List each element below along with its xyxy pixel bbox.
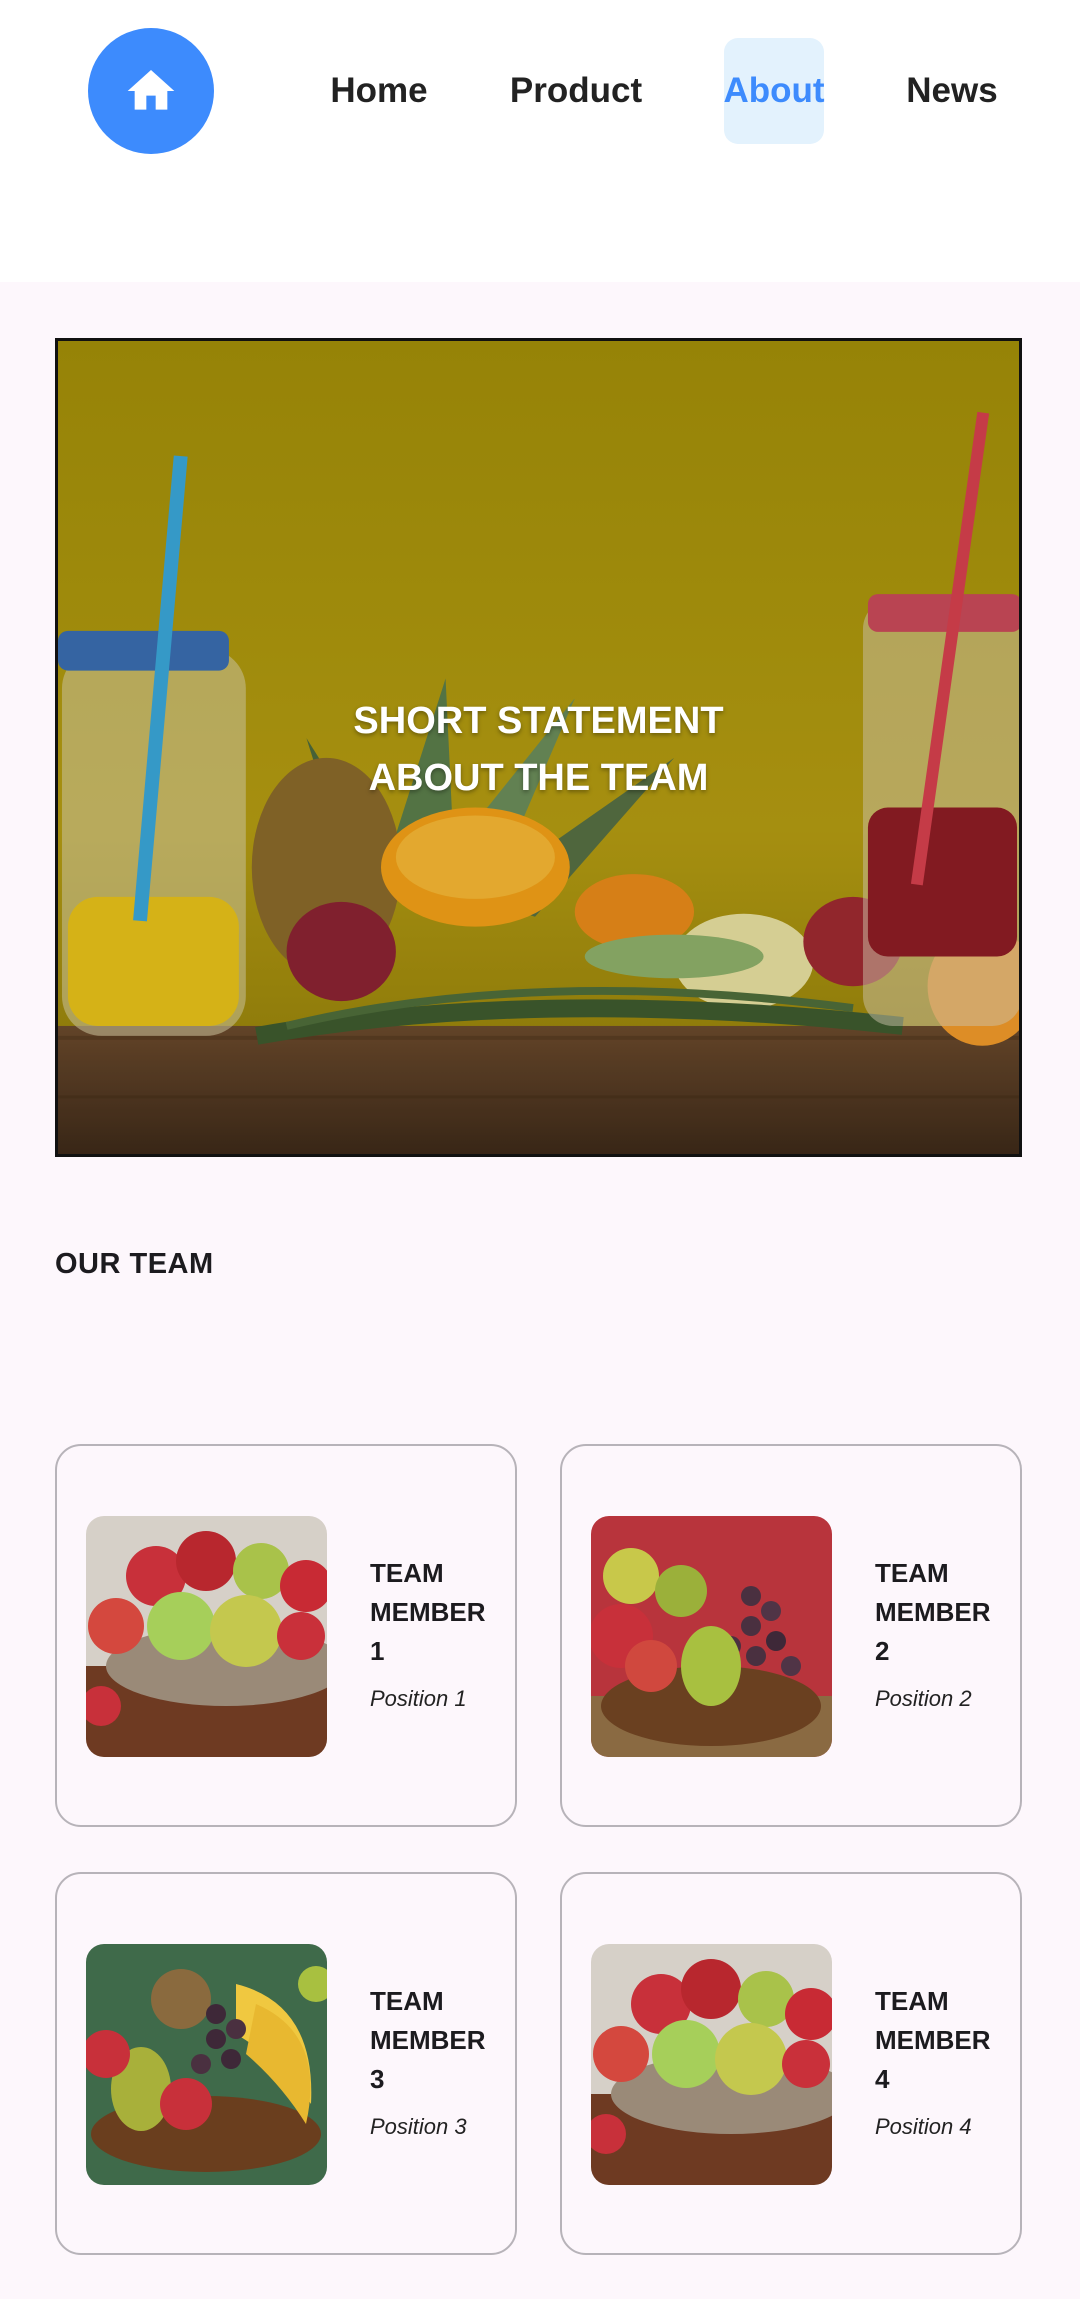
team-member-card-4[interactable]: TEAM MEMBER 4 Position 4 — [560, 1872, 1022, 2255]
name-line: TEAM — [875, 1558, 949, 1588]
hero-statement-line-2: ABOUT THE TEAM — [368, 757, 709, 799]
mixed-fruit-basket-image — [86, 1944, 327, 2185]
nav-home[interactable]: Home — [318, 38, 440, 144]
team-member-position-2: Position 2 — [875, 1686, 972, 1711]
name-line: 2 — [875, 1636, 890, 1666]
team-section-title: OUR TEAM — [55, 1248, 214, 1280]
team-member-name-3: TEAM MEMBER 3 — [370, 1982, 510, 2099]
name-line: MEMBER — [875, 1597, 991, 1627]
name-line: TEAM — [875, 1986, 949, 2016]
team-member-card-2[interactable]: TEAM MEMBER 2 Position 2 — [560, 1444, 1022, 1827]
name-line: TEAM — [370, 1558, 444, 1588]
apple-basket-image — [591, 1944, 832, 2185]
home-icon — [127, 70, 175, 110]
name-line: MEMBER — [875, 2025, 991, 2055]
home-button[interactable] — [88, 28, 214, 154]
hero-statement: SHORT STATEMENT ABOUT THE TEAM — [58, 693, 1019, 807]
team-member-position-3: Position 3 — [370, 2114, 467, 2139]
nav-news[interactable]: News — [894, 38, 1010, 144]
team-member-photo-4 — [591, 1944, 832, 2185]
nav-product[interactable]: Product — [500, 38, 652, 144]
team-member-name-1: TEAM MEMBER 1 — [370, 1554, 510, 1671]
team-member-position-4: Position 4 — [875, 2114, 972, 2139]
team-member-name-4: TEAM MEMBER 4 — [875, 1982, 1015, 2099]
team-member-photo-3 — [86, 1944, 327, 2185]
team-member-card-1[interactable]: TEAM MEMBER 1 Position 1 — [55, 1444, 517, 1827]
name-line: 1 — [370, 1636, 385, 1666]
hero-banner: SHORT STATEMENT ABOUT THE TEAM — [55, 338, 1022, 1157]
name-line: MEMBER — [370, 2025, 486, 2055]
nav-about[interactable]: About — [723, 38, 825, 144]
team-member-photo-1 — [86, 1516, 327, 1757]
name-line: 4 — [875, 2064, 890, 2094]
top-navigation-bar: Home Product About News — [0, 0, 1080, 282]
team-member-card-3[interactable]: TEAM MEMBER 3 Position 3 — [55, 1872, 517, 2255]
team-member-name-2: TEAM MEMBER 2 — [875, 1554, 1015, 1671]
apple-basket-image — [86, 1516, 327, 1757]
pear-grape-basket-image — [591, 1516, 832, 1757]
team-member-photo-2 — [591, 1516, 832, 1757]
name-line: 3 — [370, 2064, 385, 2094]
hero-statement-line-1: SHORT STATEMENT — [353, 700, 724, 742]
team-member-position-1: Position 1 — [370, 1686, 467, 1711]
about-page-content: SHORT STATEMENT ABOUT THE TEAM OUR TEAM — [0, 282, 1080, 2299]
name-line: TEAM — [370, 1986, 444, 2016]
name-line: MEMBER — [370, 1597, 486, 1627]
